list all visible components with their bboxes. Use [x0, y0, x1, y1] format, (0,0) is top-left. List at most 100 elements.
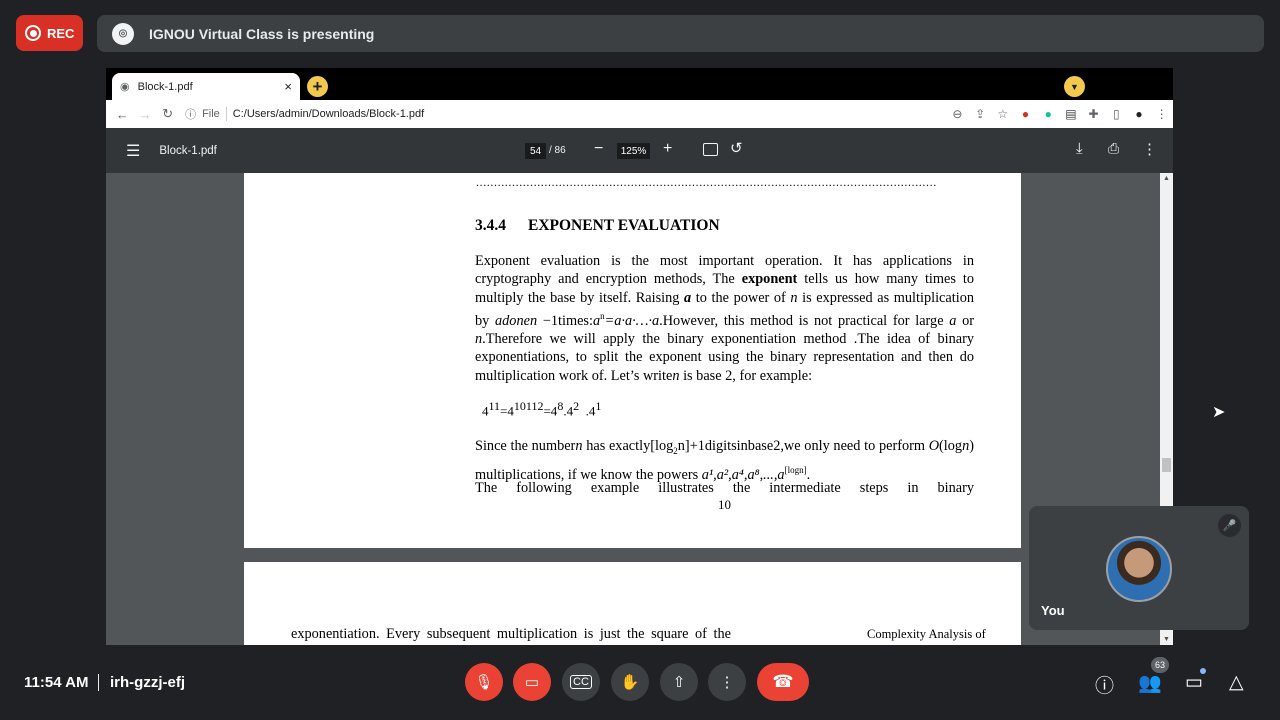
info-icon: ⓘ — [185, 109, 197, 121]
side-panel-icon[interactable]: ▯ — [1105, 107, 1128, 121]
text-run: to the power of — [691, 289, 791, 306]
mic-muted-icon: 🎤 — [1218, 514, 1241, 537]
share-icon[interactable]: ⇪ — [969, 107, 992, 121]
navigation-bar: ← → ↻ ⓘ File C:/Users/admin/Downloads/Bl… — [106, 100, 1173, 128]
extensions-puzzle-icon[interactable]: ✚ — [1082, 107, 1105, 121]
math-var: n — [790, 289, 798, 306]
paragraph-digits: Since the numbern has exactly[log2n]+1di… — [475, 437, 974, 485]
presenting-banner: ◎ IGNOU Virtual Class is presenting — [97, 15, 1264, 52]
captions-icon: CC — [570, 675, 592, 689]
zoom-level-input[interactable]: 125% — [617, 143, 650, 159]
tab-close-icon[interactable]: × — [284, 79, 292, 94]
formula-part: =4 — [500, 403, 514, 419]
url-scheme: File — [202, 108, 220, 120]
more-options-button[interactable]: ⋮ — [708, 663, 746, 701]
meeting-details-icon[interactable]: ⓘ — [1095, 671, 1114, 698]
pdf-page: ........................................… — [244, 173, 1021, 548]
scroll-up-arrow-icon[interactable]: ▲ — [1163, 175, 1170, 182]
formula-part: .4 — [579, 403, 596, 419]
people-icon[interactable]: 👥 — [1138, 671, 1162, 695]
paragraph-example-intro: The following example illustrates the in… — [475, 480, 974, 496]
math-var: adonen — [495, 312, 538, 329]
fit-to-page-icon[interactable] — [703, 143, 718, 156]
shared-browser-window: ◉ Block-1.pdf × + ▼ ← → ↻ ⓘ File C:/User… — [106, 68, 1173, 645]
address-bar[interactable]: ⓘ File C:/Users/admin/Downloads/Block-1.… — [185, 106, 946, 122]
grammarly-extension-icon[interactable]: ● — [1037, 107, 1060, 121]
document-extension-icon[interactable]: ▤ — [1060, 107, 1083, 121]
camera-off-button[interactable]: ▭ — [513, 663, 551, 701]
text-run: or — [956, 312, 975, 329]
bookmark-star-icon[interactable]: ☆ — [991, 107, 1014, 121]
text-run: .However, this method is not practical f… — [659, 312, 950, 329]
page-number: 10 — [718, 497, 731, 512]
pdf-document-name: Block-1.pdf — [159, 144, 217, 157]
math-expr: =a·a·…·a — [604, 312, 660, 329]
profile-avatar-icon[interactable]: ● — [1128, 107, 1151, 121]
scrollbar-thumb[interactable] — [1162, 458, 1171, 472]
recording-indicator: REC — [16, 15, 83, 51]
url-divider — [225, 107, 227, 121]
browser-tab[interactable]: ◉ Block-1.pdf × — [112, 73, 300, 100]
formula-sup: 11 — [488, 399, 501, 413]
tab-strip: ◉ Block-1.pdf × + ▼ — [106, 68, 1173, 100]
more-options-icon[interactable]: ⋮ — [1142, 140, 1157, 158]
activities-icon[interactable]: △ — [1229, 671, 1244, 694]
meeting-time: 11:54 AM — [24, 674, 89, 691]
pdf-page-next: exponentiation. Every subsequent multipl… — [244, 562, 1021, 645]
presenting-text: IGNOU Virtual Class is presenting — [149, 25, 375, 42]
rec-label: REC — [47, 25, 75, 41]
more-vert-icon: ⋮ — [719, 674, 735, 691]
globe-icon: ◉ — [120, 81, 130, 93]
avatar — [1106, 536, 1172, 602]
download-icon[interactable]: ⤓ — [1076, 140, 1083, 157]
meeting-code: irh-gzzj-efj — [110, 674, 185, 691]
present-now-button[interactable]: ⇧ — [660, 663, 698, 701]
opera-extension-icon[interactable]: ● — [1014, 107, 1037, 121]
page-number-input[interactable]: 54 — [525, 143, 546, 159]
tab-search-button[interactable]: ▼ — [1064, 76, 1085, 97]
presenter-logo-icon: ◎ — [112, 22, 134, 45]
microphone-off-button[interactable]: 🎙 — [465, 663, 503, 701]
new-tab-button[interactable]: + — [307, 76, 328, 97]
mic-off-icon: 🎙 — [474, 674, 494, 691]
self-video-tile[interactable]: 🎤 You — [1029, 506, 1249, 630]
chat-icon[interactable]: ▭ — [1185, 671, 1203, 694]
math-var: n — [672, 367, 680, 384]
back-icon[interactable]: ← — [111, 107, 134, 122]
zoom-in-icon[interactable]: + — [663, 140, 672, 158]
scroll-down-arrow-icon[interactable]: ▼ — [1163, 636, 1170, 643]
captions-button[interactable]: CC — [562, 663, 600, 701]
next-page-header: Complexity Analysis of — [867, 627, 986, 641]
browser-menu-icon[interactable]: ⋮ — [1150, 107, 1173, 121]
camera-off-icon: ▭ — [524, 674, 540, 691]
forward-icon[interactable]: → — [134, 107, 157, 122]
hangup-icon: ☎ — [772, 672, 794, 691]
formula-part: .4 — [563, 403, 574, 419]
text-run: −1times: — [537, 312, 593, 329]
pdf-viewer[interactable]: ........................................… — [106, 173, 1160, 645]
zoom-icon[interactable]: ⊖ — [946, 107, 969, 121]
print-icon[interactable]: ⎙ — [1108, 140, 1119, 157]
zoom-out-icon[interactable]: − — [594, 140, 603, 158]
participant-name: You — [1041, 603, 1065, 618]
leave-call-button[interactable]: ☎ — [757, 663, 809, 701]
raise-hand-button[interactable]: ✋ — [611, 663, 649, 701]
text-run: Since the number — [475, 438, 576, 454]
text-run: (log — [939, 438, 963, 454]
hamburger-menu-icon[interactable]: ☰ — [126, 141, 140, 161]
tab-title: Block-1.pdf — [137, 80, 193, 93]
formula-part: =4 — [543, 403, 558, 419]
math-sup: [logn] — [784, 464, 807, 475]
participants-count-badge: 63 — [1151, 657, 1169, 673]
math-var: O — [928, 438, 940, 454]
formula-sup: 10112 — [513, 399, 544, 413]
next-page-text: exponentiation. Every subsequent multipl… — [291, 626, 731, 642]
text-run: has exactly[log — [582, 438, 674, 454]
hand-icon: ✋ — [620, 674, 640, 691]
formula-sup: 1 — [595, 399, 602, 413]
url-text: C:/Users/admin/Downloads/Block-1.pdf — [232, 108, 425, 120]
dotted-line: ........................................… — [476, 175, 937, 189]
text-run: n]+1digitsinbase2,we only need to perfor… — [677, 438, 929, 454]
reload-icon[interactable]: ↻ — [156, 106, 179, 122]
rotate-icon[interactable]: ↺ — [730, 139, 743, 157]
